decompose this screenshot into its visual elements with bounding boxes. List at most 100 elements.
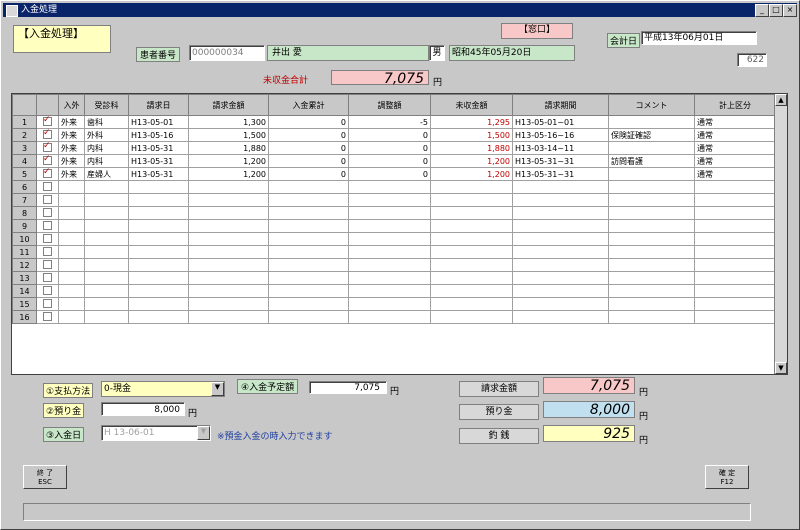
cell-adj[interactable] [348, 284, 431, 298]
cell-comment[interactable] [608, 271, 695, 285]
cell-unpaid[interactable]: 1,500 [430, 128, 513, 142]
cell-amount[interactable]: 1,200 [188, 167, 269, 181]
cell-cat[interactable]: 通常 [694, 115, 776, 129]
cell-io[interactable] [58, 180, 85, 194]
cell-dept[interactable] [84, 297, 129, 311]
row-checkbox-cell[interactable] [36, 310, 59, 324]
cell-dept[interactable] [84, 219, 129, 233]
cell-dept[interactable]: 産婦人 [84, 167, 129, 181]
column-header-1[interactable]: 入外 [58, 94, 85, 116]
cell-io[interactable] [58, 297, 85, 311]
row-checkbox-cell[interactable] [36, 180, 59, 194]
maximize-button[interactable]: □ [769, 4, 783, 17]
row-checkbox-cell[interactable]: ✓ [36, 115, 59, 129]
cell-comment[interactable] [608, 193, 695, 207]
patient-no-field[interactable]: 000000034 [189, 45, 265, 61]
cell-amount[interactable]: 1,880 [188, 141, 269, 155]
confirm-button[interactable]: 確 定 F12 [705, 465, 749, 489]
cell-paid[interactable] [268, 232, 349, 246]
date-dropdown-icon[interactable]: ▼ [197, 426, 210, 440]
row-number[interactable]: 16 [12, 310, 37, 324]
checked-checkbox-icon[interactable]: ✓ [43, 129, 52, 139]
checked-checkbox-icon[interactable]: ✓ [43, 168, 52, 178]
cell-date[interactable]: H13-05-31 [128, 141, 189, 155]
table-row[interactable]: 13 [12, 271, 776, 285]
checkbox-icon[interactable] [43, 246, 52, 256]
cell-cat[interactable]: 通常 [694, 128, 776, 142]
cell-adj[interactable] [348, 245, 431, 259]
cell-comment[interactable] [608, 219, 695, 233]
cell-date[interactable] [128, 206, 189, 220]
cell-date[interactable] [128, 219, 189, 233]
cell-date[interactable] [128, 193, 189, 207]
checkbox-icon[interactable] [43, 194, 52, 204]
cell-adj[interactable] [348, 193, 431, 207]
cell-paid[interactable] [268, 180, 349, 194]
table-row[interactable]: 3 ✓ 外来 内科 H13-05-31 1,880 0 0 1,880 H13-03-14~11 通… [12, 141, 776, 155]
cell-unpaid[interactable]: 1,295 [430, 115, 513, 129]
cell-date[interactable]: H13-05-16 [128, 128, 189, 142]
cell-io[interactable] [58, 232, 85, 246]
checkbox-icon[interactable] [43, 298, 52, 308]
table-row[interactable]: 4 ✓ 外来 内科 H13-05-31 1,200 0 0 1,200 H13-05-31~31 訪… [12, 154, 776, 168]
cell-adj[interactable] [348, 206, 431, 220]
cell-cat[interactable]: 通常 [694, 141, 776, 155]
cell-unpaid[interactable] [430, 297, 513, 311]
cell-unpaid[interactable]: 1,200 [430, 154, 513, 168]
cell-comment[interactable] [608, 245, 695, 259]
checked-checkbox-icon[interactable]: ✓ [43, 142, 52, 152]
cell-cat[interactable] [694, 297, 776, 311]
cell-comment[interactable] [608, 284, 695, 298]
row-number[interactable]: 12 [12, 258, 37, 272]
cell-cat[interactable] [694, 180, 776, 194]
row-number[interactable]: 1 [12, 115, 37, 129]
cell-period[interactable] [512, 206, 609, 220]
cell-amount[interactable] [188, 297, 269, 311]
cell-amount[interactable] [188, 310, 269, 324]
cell-cat[interactable]: 通常 [694, 167, 776, 181]
cell-dept[interactable]: 外科 [84, 128, 129, 142]
cell-amount[interactable] [188, 193, 269, 207]
cell-period[interactable]: H13-05-01~01 [512, 115, 609, 129]
row-checkbox-cell[interactable]: ✓ [36, 167, 59, 181]
cell-unpaid[interactable] [430, 219, 513, 233]
cell-adj[interactable]: 0 [348, 167, 431, 181]
cell-period[interactable]: H13-05-31~31 [512, 167, 609, 181]
column-header-6[interactable]: 調整額 [348, 94, 431, 116]
cell-comment[interactable] [608, 310, 695, 324]
table-row[interactable]: 16 [12, 310, 776, 324]
checkbox-icon[interactable] [43, 285, 52, 295]
cell-dept[interactable] [84, 206, 129, 220]
table-row[interactable]: 2 ✓ 外来 外科 H13-05-16 1,500 0 0 1,500 H13-05-16~16 保… [12, 128, 776, 142]
deposit-input[interactable]: 8,000 [101, 402, 185, 416]
cell-unpaid[interactable] [430, 284, 513, 298]
cell-adj[interactable] [348, 180, 431, 194]
cell-amount[interactable] [188, 232, 269, 246]
column-header-9[interactable]: コメント [608, 94, 695, 116]
cell-dept[interactable] [84, 180, 129, 194]
cell-io[interactable] [58, 219, 85, 233]
cell-io[interactable] [58, 193, 85, 207]
row-number[interactable]: 4 [12, 154, 37, 168]
checked-checkbox-icon[interactable]: ✓ [43, 116, 52, 126]
cell-date[interactable]: H13-05-01 [128, 115, 189, 129]
cell-dept[interactable] [84, 310, 129, 324]
cell-period[interactable] [512, 232, 609, 246]
checkbox-icon[interactable] [43, 311, 52, 321]
table-row[interactable]: 11 [12, 245, 776, 259]
row-number[interactable]: 5 [12, 167, 37, 181]
cell-cat[interactable]: 通常 [694, 154, 776, 168]
cell-amount[interactable] [188, 271, 269, 285]
minimize-button[interactable]: _ [755, 4, 769, 17]
row-number[interactable]: 6 [12, 180, 37, 194]
cell-amount[interactable] [188, 219, 269, 233]
cell-dept[interactable]: 歯科 [84, 115, 129, 129]
column-header-7[interactable]: 未収金額 [430, 94, 513, 116]
cell-comment[interactable] [608, 167, 695, 181]
row-number[interactable]: 7 [12, 193, 37, 207]
cell-unpaid[interactable] [430, 258, 513, 272]
cell-cat[interactable] [694, 219, 776, 233]
cell-dept[interactable] [84, 258, 129, 272]
checkbox-icon[interactable] [43, 233, 52, 243]
cell-io[interactable]: 外来 [58, 141, 85, 155]
